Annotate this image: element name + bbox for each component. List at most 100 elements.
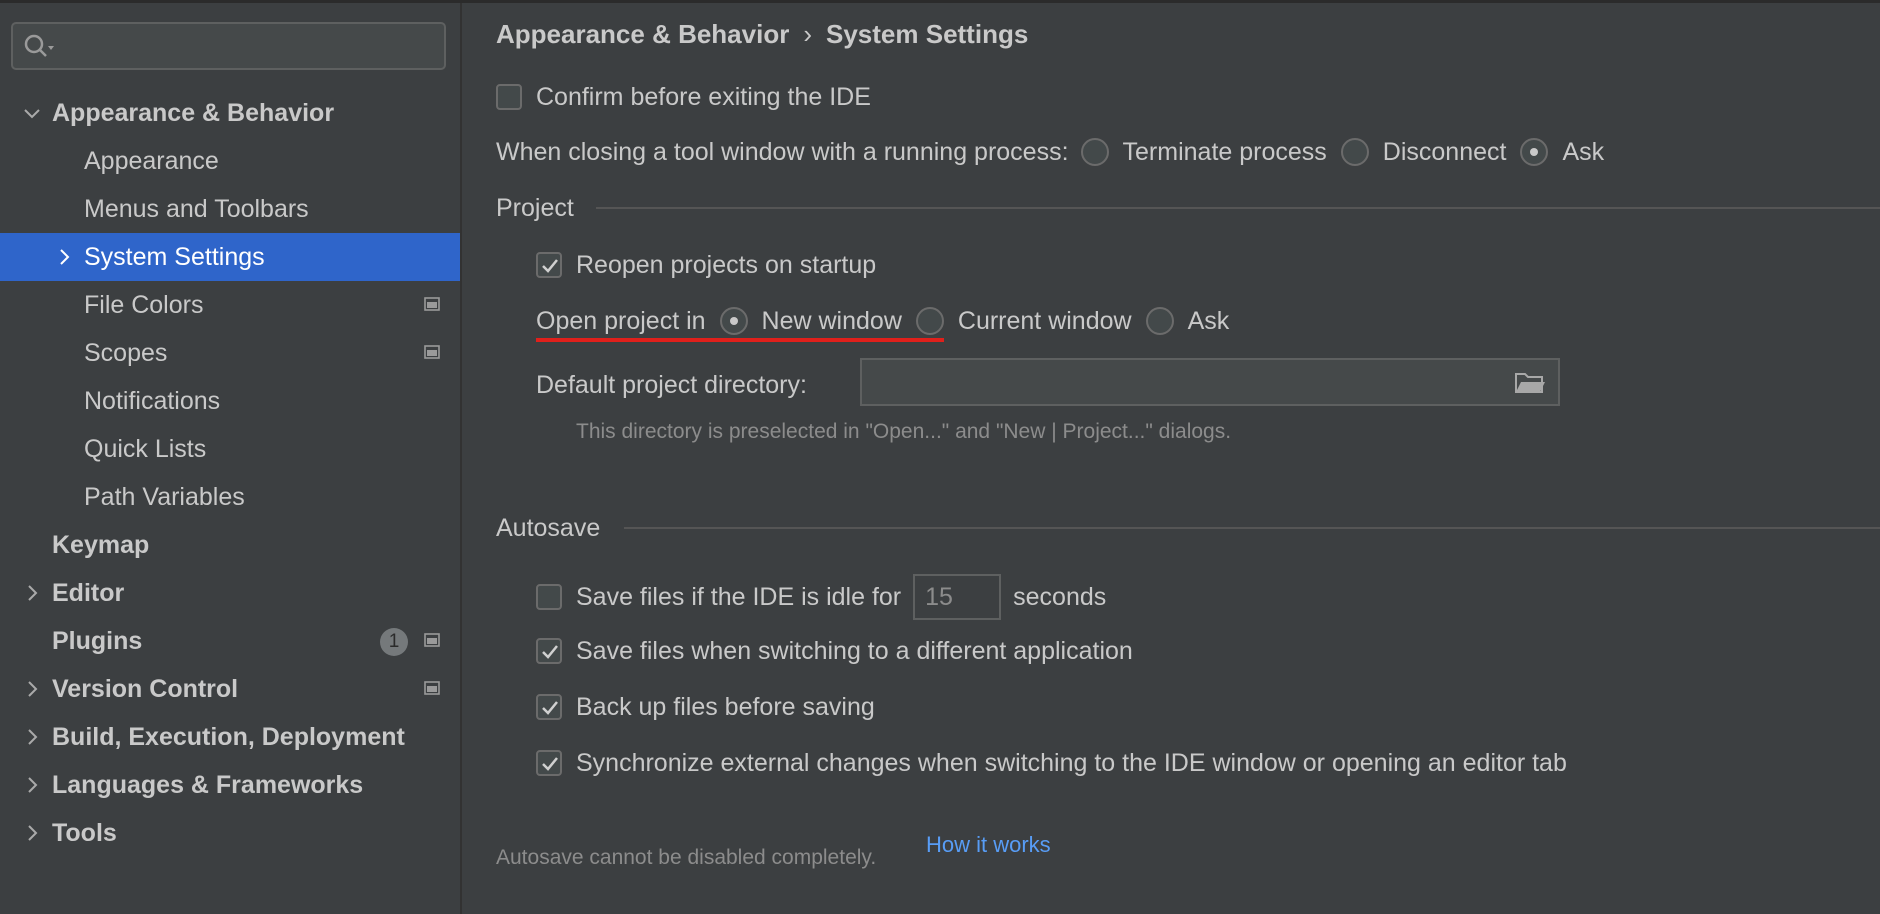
sidebar-item-plugins[interactable]: Plugins 1 [0,617,460,665]
sidebar-item-path-variables[interactable]: Path Variables [0,473,460,521]
backup-row: Back up files before saving [536,689,875,725]
sidebar-item-build-execution-deployment[interactable]: Build, Execution, Deployment [0,713,460,761]
breadcrumb-parent[interactable]: Appearance & Behavior [496,19,789,49]
switch-app-label[interactable]: Save files when switching to a different… [576,637,1133,666]
checkmark-icon [542,757,558,771]
project-level-icon [424,633,440,647]
highlight-underline [536,338,944,342]
sidebar-item-label: Keymap [52,531,150,559]
sidebar-item-label: Appearance [84,147,219,175]
chevron-right-icon[interactable] [20,809,42,857]
tool-window-label: When closing a tool window with a runnin… [496,137,1069,166]
breadcrumb-current: System Settings [826,19,1029,49]
sidebar-item-version-control[interactable]: Version Control [0,665,460,713]
autosave-note: Autosave cannot be disabled completely. [496,846,877,869]
sync-label[interactable]: Synchronize external changes when switch… [576,749,1567,778]
sidebar-item-label: Quick Lists [84,435,207,463]
sidebar-item-label: Editor [52,579,125,607]
idle-seconds-value: 15 [925,583,953,611]
chevron-right-icon[interactable] [20,569,42,617]
switch-app-row: Save files when switching to a different… [536,633,1133,669]
current-window-radio[interactable] [915,307,944,335]
how-it-works-link[interactable]: How it works [926,832,1051,858]
sidebar-item-appearance[interactable]: Appearance [0,137,460,185]
confirm-exit-label[interactable]: Confirm before exiting the IDE [536,83,871,112]
sidebar-item-system-settings[interactable]: System Settings [0,233,460,281]
idle-seconds-input[interactable]: 15 [913,574,1002,620]
sync-checkbox[interactable] [536,750,562,776]
disconnect-label[interactable]: Disconnect [1383,138,1507,167]
search-icon [24,34,54,57]
terminate-process-radio[interactable] [1080,138,1109,166]
idle-save-checkbox[interactable] [536,584,562,610]
ask-label[interactable]: Ask [1562,138,1604,167]
open-project-in-label: Open project in [536,306,706,335]
updates-count-badge: 1 [380,628,408,656]
sidebar-item-label: System Settings [84,243,265,271]
sync-row: Synchronize external changes when switch… [536,745,1567,781]
settings-sidebar: Appearance & Behavior Appearance Menus a… [0,3,462,914]
chevron-right-icon[interactable] [20,761,42,809]
chevron-right-icon[interactable] [20,665,42,713]
breadcrumb: Appearance & Behavior › System Settings [496,19,1028,50]
sidebar-item-languages-frameworks[interactable]: Languages & Frameworks [0,761,460,809]
sidebar-item-quick-lists[interactable]: Quick Lists [0,425,460,473]
idle-save-label[interactable]: Save files if the IDE is idle for [576,583,901,612]
confirm-exit-row: Confirm before exiting the IDE [496,79,871,115]
reopen-projects-checkbox[interactable] [536,252,562,278]
ask-open-radio[interactable] [1145,307,1174,335]
ask-radio[interactable] [1520,138,1549,166]
reopen-projects-row: Reopen projects on startup [536,247,876,283]
sidebar-item-label: Languages & Frameworks [52,771,364,799]
checkmark-icon [542,645,558,659]
sidebar-item-notifications[interactable]: Notifications [0,377,460,425]
sidebar-item-menus-toolbars[interactable]: Menus and Toolbars [0,185,460,233]
project-level-icon [424,345,440,359]
default-dir-field[interactable] [860,358,1560,406]
project-level-icon [424,681,440,695]
settings-tree: Appearance & Behavior Appearance Menus a… [0,89,460,857]
autosave-section-title: Autosave [496,514,601,542]
sidebar-item-file-colors[interactable]: File Colors [0,281,460,329]
new-window-radio[interactable] [719,307,748,335]
sidebar-item-label: Version Control [52,675,239,703]
project-level-icon [424,297,440,311]
reopen-projects-label[interactable]: Reopen projects on startup [576,251,876,280]
sidebar-item-label: Build, Execution, Deployment [52,723,405,751]
settings-content: Appearance & Behavior › System Settings Co… [464,3,1880,914]
open-project-in-row: Open project in New window Current windo… [536,303,1229,339]
ask-open-label[interactable]: Ask [1188,307,1230,336]
backup-checkbox[interactable] [536,694,562,720]
backup-label[interactable]: Back up files before saving [576,693,875,722]
sidebar-item-editor[interactable]: Editor [0,569,460,617]
chevron-right-icon[interactable] [52,233,74,281]
section-divider [596,207,1880,209]
sidebar-item-appearance-behavior[interactable]: Appearance & Behavior [0,89,460,137]
sidebar-item-label: Notifications [84,387,221,415]
switch-app-checkbox[interactable] [536,638,562,664]
current-window-label[interactable]: Current window [958,307,1132,336]
sidebar-item-keymap[interactable]: Keymap [0,521,460,569]
sidebar-item-label: Scopes [84,339,168,367]
sidebar-item-label: Tools [52,819,117,847]
sidebar-item-label: File Colors [84,291,204,319]
breadcrumb-separator: › [803,19,812,49]
new-window-label[interactable]: New window [762,307,902,336]
checkmark-icon [542,701,558,715]
sidebar-item-label: Path Variables [84,483,245,511]
terminate-process-label[interactable]: Terminate process [1123,138,1327,167]
sidebar-item-tools[interactable]: Tools [0,809,460,857]
sidebar-item-scopes[interactable]: Scopes [0,329,460,377]
default-dir-hint: This directory is preselected in "Open..… [576,420,1232,443]
checkmark-icon [542,259,558,273]
chevron-down-icon[interactable] [20,89,42,137]
search-input[interactable] [11,22,446,70]
sidebar-item-label: Menus and Toolbars [84,195,309,223]
sidebar-item-label: Appearance & Behavior [52,99,335,127]
confirm-exit-checkbox[interactable] [496,84,522,110]
folder-icon[interactable] [1514,370,1546,396]
default-dir-label: Default project directory: [536,370,807,399]
chevron-right-icon[interactable] [20,713,42,761]
disconnect-radio[interactable] [1340,138,1369,166]
project-section-title: Project [496,194,574,222]
